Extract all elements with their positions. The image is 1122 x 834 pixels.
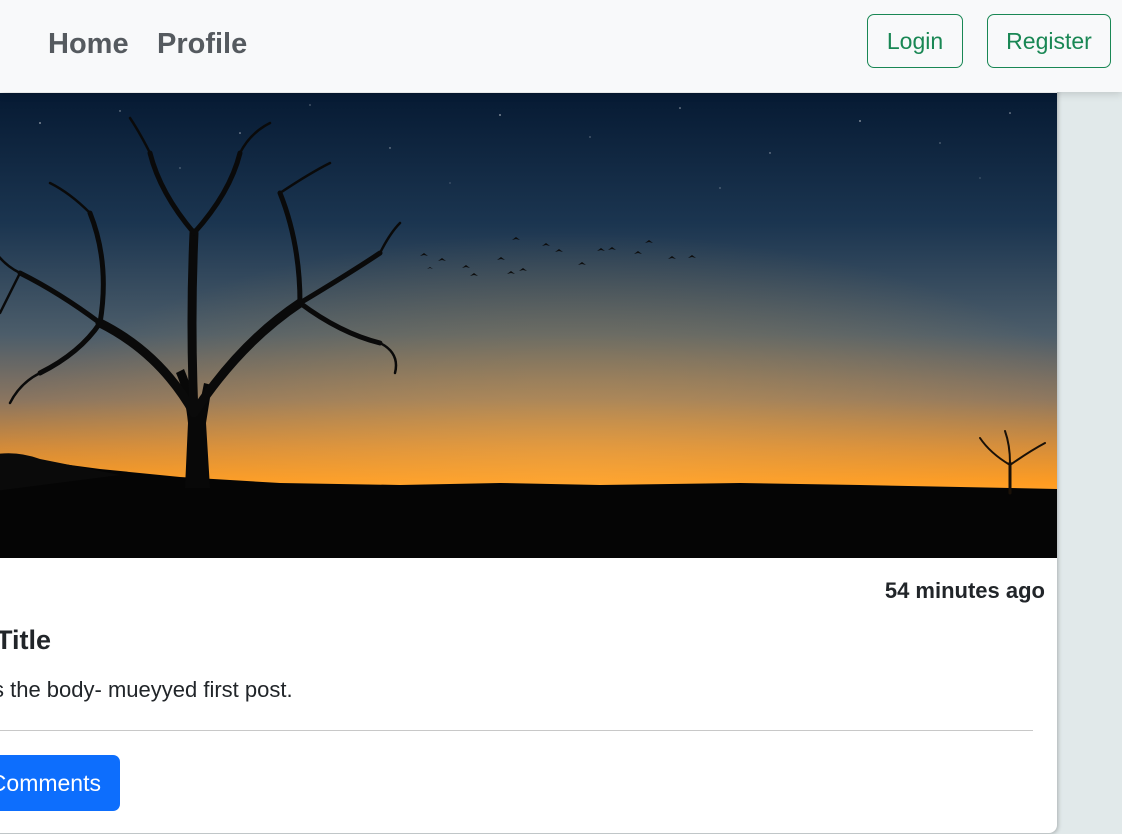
navbar: Home Profile Login Register: [0, 0, 1122, 92]
post-timestamp: 54 minutes ago: [884, 578, 1045, 603]
post-image: [0, 93, 1057, 558]
post-body: s is the body- mueyyed first post.: [0, 677, 293, 702]
divider: [0, 730, 1033, 731]
nav-link-home[interactable]: Home: [48, 26, 129, 62]
login-button[interactable]: Login: [867, 14, 963, 68]
register-button[interactable]: Register: [987, 14, 1111, 68]
nav-link-profile[interactable]: Profile: [157, 26, 247, 62]
post-card: 54 minutes ago o Title s is the body- mu…: [0, 60, 1057, 833]
post-title: o Title: [0, 625, 52, 655]
comments-button[interactable]: Comments: [0, 755, 120, 811]
